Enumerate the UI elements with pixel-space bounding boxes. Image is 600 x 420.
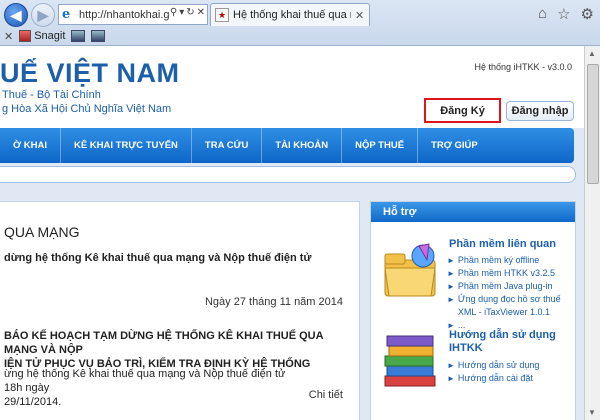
list-item[interactable]: ► Hướng dẫn sử dụng: [447, 359, 539, 372]
vertical-scrollbar[interactable]: ▲ ▼: [584, 46, 600, 420]
list-item[interactable]: ► Phần mềm HTKK v3.2.5: [447, 267, 573, 280]
ie-icon: e: [62, 6, 71, 22]
capture-icon[interactable]: [71, 30, 86, 42]
chevron-down-icon[interactable]: ▾: [179, 7, 184, 18]
command-toolbar: ✕ Snagit: [0, 27, 600, 45]
search-icon[interactable]: ⚲: [170, 7, 177, 18]
books-icon: [384, 335, 436, 387]
menu-item-tro-giup[interactable]: TRỢ GIÚP: [418, 128, 491, 163]
scroll-thumb[interactable]: [587, 64, 599, 184]
news-body: ừng hệ thống Kê khai thuế qua mạng và Nộ…: [4, 368, 286, 408]
site-brand: UẾ VIỆT NAM: [0, 58, 180, 88]
version-text: Hệ thống iHTKK - v3.0.0: [474, 62, 572, 72]
snagit-button[interactable]: Snagit: [19, 30, 65, 42]
gear-icon[interactable]: ⚙: [581, 5, 594, 23]
section-software-title[interactable]: Phần mềm liên quan: [449, 238, 556, 250]
site-subtitle-2: g Hòa Xã Hội Chủ Nghĩa Việt Nam: [2, 103, 172, 115]
software-links: ► Phần mềm ký offline ► Phần mềm HTKK v3.2…: [447, 254, 573, 332]
tab-close-icon[interactable]: ✕: [355, 9, 364, 22]
news-title[interactable]: dừng hệ thống Kê khai thuế qua mạng và N…: [4, 252, 311, 264]
address-controls: ⚲ ▾ ↻ ✕: [169, 7, 205, 18]
address-bar[interactable]: e http://nhantokhai.g ⚲ ▾ ↻ ✕: [58, 4, 208, 25]
news-notice: BÁO KẾ HOẠCH TẠM DỪNG HỆ THỐNG KÊ KHAI T…: [4, 330, 324, 370]
sidebar-heading: Hỗ trợ: [371, 202, 575, 222]
support-sidebar: Hỗ trợ Phần mềm liên quan ► Phần mềm ký o…: [370, 201, 576, 420]
site-header: UẾ VIỆT NAM Thuế - Bộ Tài Chính g Hòa Xã…: [0, 46, 584, 128]
snagit-icon: [19, 30, 32, 42]
detail-link[interactable]: Chi tiết: [309, 389, 343, 401]
list-item[interactable]: ► Phần mềm Java plug-in: [447, 280, 573, 293]
forward-button[interactable]: ▶: [31, 3, 55, 27]
favicon-icon: ★: [215, 8, 229, 22]
home-icon[interactable]: ⌂: [538, 5, 547, 23]
menu-item-ke-khai-truc-tuyen[interactable]: KÊ KHAI TRỰC TUYẾN: [61, 128, 192, 163]
tab-title: Hệ thống khai thuế qua mạng: [233, 9, 351, 21]
menu-item-tai-khoan[interactable]: TÀI KHOẢN: [262, 128, 343, 163]
news-date: Ngày 27 tháng 11 năm 2014: [204, 296, 343, 308]
menu-item-to-khai[interactable]: Ờ KHAI: [0, 128, 61, 163]
news-heading: QUA MẠNG: [4, 224, 80, 240]
back-button[interactable]: ◀: [4, 3, 28, 27]
list-item[interactable]: ► Ứng dụng đọc hồ sơ thuế XML - iTaxViewe…: [447, 293, 573, 319]
close-icon[interactable]: ✕: [197, 7, 205, 18]
login-button[interactable]: Đăng nhập: [506, 101, 574, 121]
search-strip[interactable]: [0, 166, 576, 183]
news-panel: QUA MẠNG dừng hệ thống Kê khai thuế qua …: [0, 201, 360, 420]
star-icon[interactable]: ☆: [557, 5, 570, 23]
close-toolbar-icon[interactable]: ✕: [4, 30, 13, 43]
register-button[interactable]: Đăng Ký: [424, 98, 501, 123]
list-item[interactable]: ► Phần mềm ký offline: [447, 254, 573, 267]
capture-window-icon[interactable]: [91, 30, 106, 42]
browser-tools: ⌂ ☆ ⚙: [538, 5, 594, 23]
main-menu: Ờ KHAI KÊ KHAI TRỰC TUYẾN TRA CỨU TÀI KH…: [0, 128, 574, 163]
guide-links: ► Hướng dẫn sử dụng ► Hướng dẫn cài đặt: [447, 359, 539, 385]
web-page: UẾ VIỆT NAM Thuế - Bộ Tài Chính g Hòa Xã…: [0, 46, 584, 420]
site-subtitle-1: Thuế - Bộ Tài Chính: [2, 89, 101, 101]
scroll-up-icon[interactable]: ▲: [588, 49, 596, 58]
browser-chrome: ◀ ▶ e http://nhantokhai.g ⚲ ▾ ↻ ✕ ★ Hệ t…: [0, 0, 600, 46]
refresh-icon[interactable]: ↻: [186, 7, 194, 18]
software-folder-icon: [384, 243, 436, 297]
scroll-down-icon[interactable]: ▼: [588, 408, 596, 417]
url-text: http://nhantokhai.g: [79, 8, 170, 21]
menu-item-tra-cuu[interactable]: TRA CỨU: [192, 128, 263, 163]
section-guide-title[interactable]: Hướng dẫn sử dụng IHTKK: [449, 329, 569, 355]
browser-tab[interactable]: ★ Hệ thống khai thuế qua mạng ✕: [210, 3, 370, 26]
menu-item-nop-thue[interactable]: NỘP THUẾ: [342, 128, 419, 163]
list-item[interactable]: ► Hướng dẫn cài đặt: [447, 372, 539, 385]
